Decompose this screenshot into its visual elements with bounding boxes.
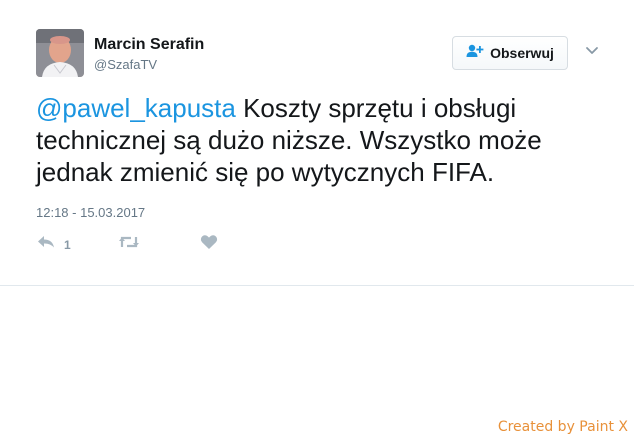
tweet-card: Marcin Serafin @SzafaTV Obserwuj @pawel_… [0, 0, 634, 286]
tweet-text: @pawel_kapusta Koszty sprzętu i obsługi … [36, 92, 606, 188]
retweet-button[interactable] [118, 234, 140, 255]
user-name[interactable]: Marcin Serafin [94, 36, 204, 54]
mention-link[interactable]: @pawel_kapusta [36, 93, 236, 123]
reply-count: 1 [64, 237, 71, 252]
avatar-image [36, 29, 84, 77]
user-handle[interactable]: @SzafaTV [94, 57, 157, 72]
like-icon [200, 234, 218, 255]
tweet-timestamp[interactable]: 12:18 - 15.03.2017 [36, 205, 145, 220]
add-user-icon [466, 44, 484, 63]
follow-button[interactable]: Obserwuj [452, 36, 568, 70]
retweet-icon [118, 234, 140, 255]
follow-button-label: Obserwuj [490, 45, 554, 61]
chevron-down-icon[interactable] [584, 44, 600, 58]
like-button[interactable] [200, 234, 218, 255]
reply-button[interactable]: 1 [36, 234, 71, 255]
avatar[interactable] [36, 29, 84, 77]
reply-icon [36, 234, 56, 255]
watermark-text: Created by Paint X [497, 419, 628, 435]
